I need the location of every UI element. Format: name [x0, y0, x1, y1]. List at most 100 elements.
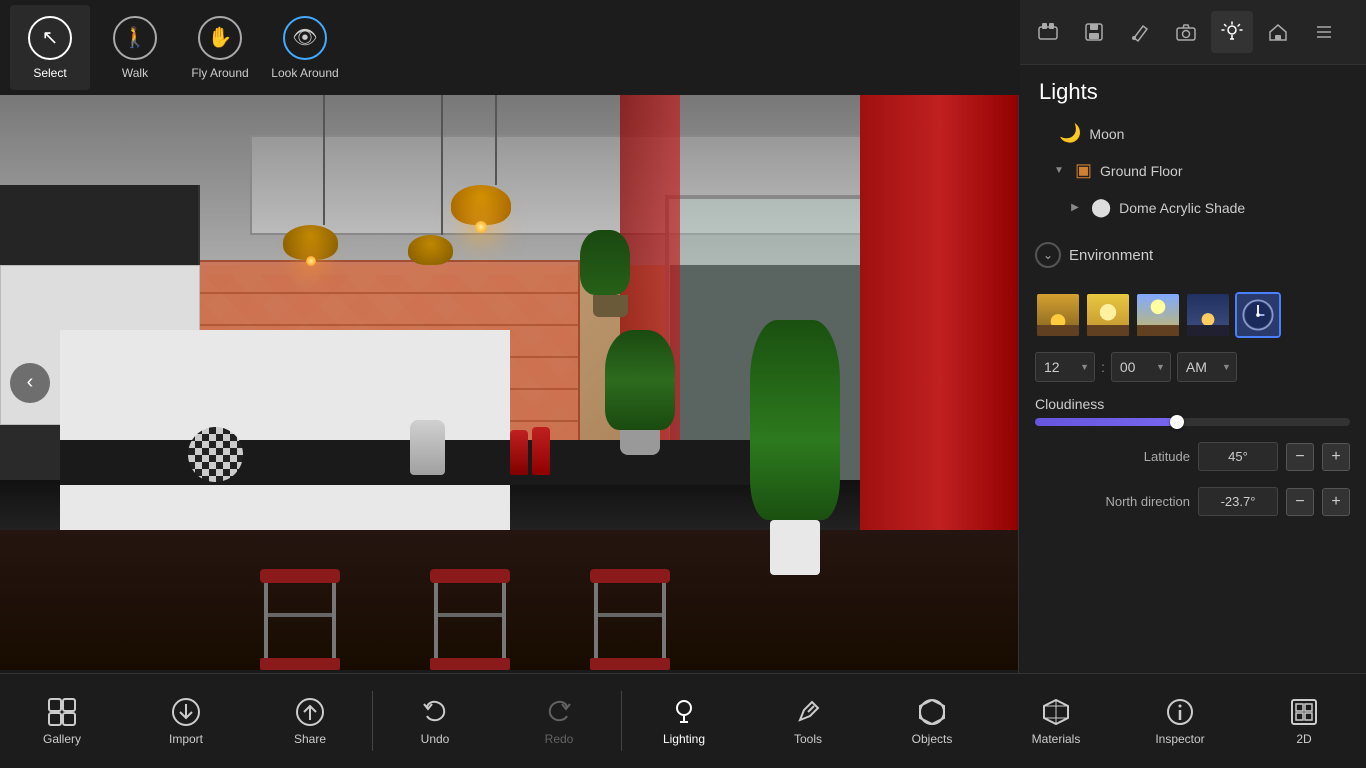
look-around-label: Look Around — [271, 66, 338, 80]
nav-arrow-left[interactable]: ‹ — [10, 363, 50, 403]
dome-arrow: ▶ — [1067, 200, 1083, 216]
select-label: Select — [33, 66, 66, 80]
bottom-import[interactable]: Import — [124, 679, 248, 764]
kitchen-scene: ‹ — [0, 95, 1020, 670]
materials-icon — [1040, 696, 1072, 728]
time-row: 12123 4567 891011 : 00153045 AMPM — [1019, 346, 1366, 388]
toolbar-walk[interactable]: 🚶 Walk — [95, 5, 175, 90]
toolbar-fly-around[interactable]: ✋ Fly Around — [180, 5, 260, 90]
toolbar-select[interactable]: ↖ Select — [10, 5, 90, 90]
panel-icon-light[interactable] — [1211, 11, 1253, 53]
bottom-toolbar: Gallery Import Share Undo Redo Lighting … — [0, 673, 1366, 768]
bottom-materials[interactable]: Materials — [994, 679, 1118, 764]
environment-header[interactable]: ⌄ Environment — [1035, 234, 1350, 276]
moon-arrow — [1035, 126, 1051, 142]
tod-dawn[interactable] — [1035, 292, 1081, 338]
floor — [0, 530, 1020, 670]
latitude-input[interactable] — [1198, 442, 1278, 471]
ampm-select[interactable]: AMPM — [1177, 352, 1237, 382]
ground-floor-label: Ground Floor — [1100, 163, 1350, 179]
toolbar-look-around[interactable]: 👁 Look Around — [265, 5, 345, 90]
panel-icon-home[interactable] — [1257, 11, 1299, 53]
top-toolbar: ↖ Select 🚶 Walk ✋ Fly Around 👁 Look Arou… — [0, 0, 1020, 95]
bottom-2d[interactable]: 2D — [1242, 679, 1366, 764]
cloudiness-thumb[interactable] — [1170, 415, 1184, 429]
panel-content: Lights 🌙 Moon ▼ ▣ Ground Floor ▶ ⬤ Dome … — [1019, 65, 1366, 768]
fly-around-icon: ✋ — [198, 16, 242, 60]
cloudiness-label: Cloudiness — [1035, 396, 1350, 412]
panel-icon-camera[interactable] — [1165, 11, 1207, 53]
panel-icon-paint[interactable] — [1119, 11, 1161, 53]
objects-icon — [916, 696, 948, 728]
import-label: Import — [169, 732, 203, 746]
tod-noon[interactable] — [1135, 292, 1181, 338]
kettle — [410, 420, 445, 475]
latitude-label: Latitude — [1035, 449, 1190, 464]
north-plus-btn[interactable]: + — [1322, 488, 1350, 516]
time-colon: : — [1101, 359, 1105, 375]
undo-icon — [419, 696, 451, 728]
latitude-minus-btn[interactable]: − — [1286, 443, 1314, 471]
bottom-undo[interactable]: Undo — [373, 679, 497, 764]
large-plant — [745, 320, 845, 570]
pendant-1 — [480, 95, 511, 225]
hanging-plant — [580, 230, 640, 310]
pendant-2 — [310, 95, 338, 260]
redo-label: Redo — [545, 732, 574, 746]
panel-icon-list[interactable] — [1303, 11, 1345, 53]
gallery-icon — [46, 696, 78, 728]
panel-icon-save[interactable] — [1073, 11, 1115, 53]
plant-counter — [600, 330, 680, 450]
north-input[interactable] — [1198, 487, 1278, 516]
main-viewport[interactable]: ‹ — [0, 95, 1020, 670]
ground-floor-arrow: ▼ — [1051, 163, 1067, 179]
checkered-vase — [188, 427, 243, 482]
panel-icon-furniture[interactable] — [1027, 11, 1069, 53]
dome-label: Dome Acrylic Shade — [1119, 200, 1350, 216]
tod-row — [1019, 284, 1366, 346]
ampm-select-wrap: AMPM — [1177, 352, 1237, 382]
north-minus-btn[interactable]: − — [1286, 488, 1314, 516]
walk-label: Walk — [122, 66, 148, 80]
inspector-label: Inspector — [1155, 732, 1204, 746]
import-icon — [170, 696, 202, 728]
fly-around-label: Fly Around — [191, 66, 248, 80]
bottom-inspector[interactable]: Inspector — [1118, 679, 1242, 764]
tree-item-ground-floor[interactable]: ▼ ▣ Ground Floor — [1019, 152, 1366, 189]
bottom-lighting[interactable]: Lighting — [622, 679, 746, 764]
inspector-icon — [1164, 696, 1196, 728]
moon-label: Moon — [1089, 126, 1350, 142]
tools-icon — [792, 696, 824, 728]
minute-select[interactable]: 00153045 — [1111, 352, 1171, 382]
north-row: North direction − + — [1019, 479, 1366, 524]
2d-label: 2D — [1296, 732, 1311, 746]
lighting-icon — [668, 696, 700, 728]
tree-item-dome[interactable]: ▶ ⬤ Dome Acrylic Shade — [1019, 189, 1366, 226]
bottle-2 — [532, 427, 550, 475]
panel-icons — [1019, 0, 1366, 65]
undo-label: Undo — [421, 732, 450, 746]
cloudiness-slider[interactable] — [1035, 418, 1350, 426]
bottom-share[interactable]: Share — [248, 679, 372, 764]
bottom-redo[interactable]: Redo — [497, 679, 621, 764]
hour-select[interactable]: 12123 4567 891011 — [1035, 352, 1095, 382]
tod-evening[interactable] — [1185, 292, 1231, 338]
environment-section: ⌄ Environment — [1019, 226, 1366, 284]
env-chevron-icon: ⌄ — [1035, 242, 1061, 268]
tree-item-moon[interactable]: 🌙 Moon — [1019, 115, 1366, 152]
2d-icon — [1288, 696, 1320, 728]
pendant-3 — [430, 95, 453, 265]
bottom-gallery[interactable]: Gallery — [0, 679, 124, 764]
materials-label: Materials — [1032, 732, 1081, 746]
share-label: Share — [294, 732, 326, 746]
cloudiness-section: Cloudiness — [1019, 388, 1366, 434]
tools-label: Tools — [794, 732, 822, 746]
tod-custom[interactable] — [1235, 292, 1281, 338]
bottom-objects[interactable]: Objects — [870, 679, 994, 764]
tod-morning[interactable] — [1085, 292, 1131, 338]
bottom-tools[interactable]: Tools — [746, 679, 870, 764]
latitude-row: Latitude − + — [1019, 434, 1366, 479]
cloudiness-fill — [1035, 418, 1177, 426]
latitude-plus-btn[interactable]: + — [1322, 443, 1350, 471]
look-around-icon: 👁 — [283, 16, 327, 60]
